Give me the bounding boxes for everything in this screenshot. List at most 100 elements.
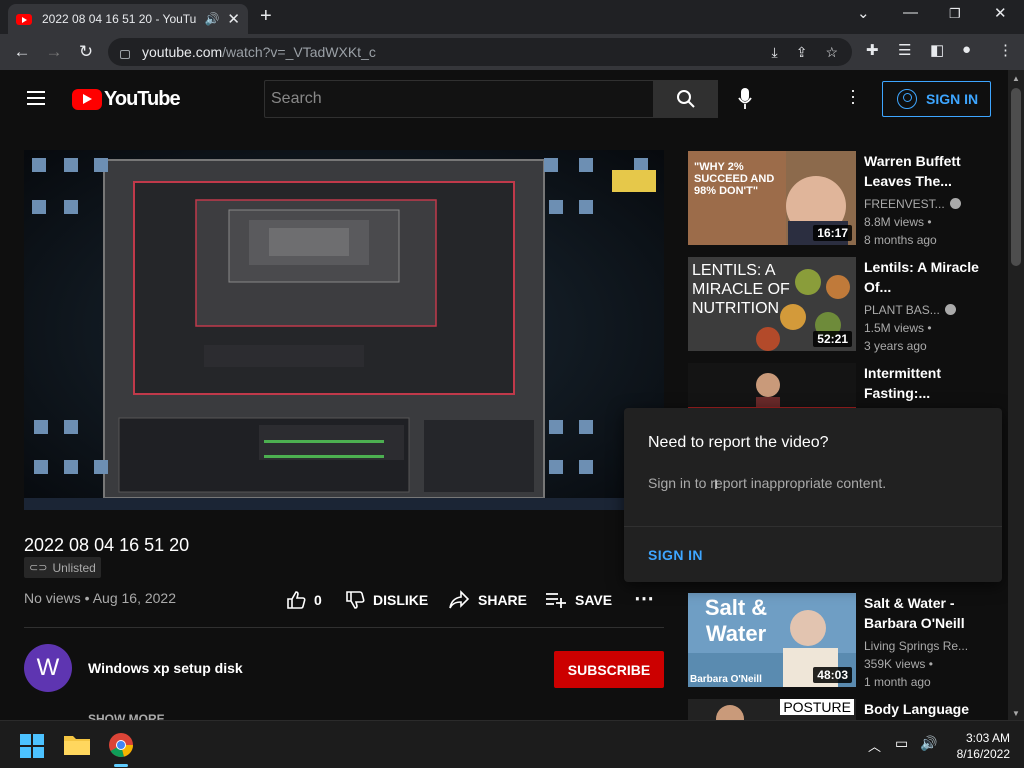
upload-age: 1 month ago bbox=[864, 675, 931, 689]
bookmark-star-icon[interactable]: ☆ bbox=[825, 44, 838, 61]
network-icon[interactable]: ▭ bbox=[895, 735, 908, 752]
share-button[interactable]: SHARE bbox=[448, 590, 527, 610]
video-thumbnail: "WHY 2% SUCCEED AND 98% DON'T" 16:17 bbox=[688, 151, 856, 245]
like-count: 0 bbox=[314, 592, 322, 608]
address-bar[interactable]: youtube.com/watch?v=_VTadWXKt_c ⤓ ⇪ ☆ bbox=[108, 38, 852, 66]
upload-age: 3 years ago bbox=[864, 339, 927, 353]
active-app-indicator bbox=[114, 764, 128, 767]
channel-name[interactable]: Windows xp setup disk bbox=[88, 660, 243, 676]
new-tab-button[interactable]: + bbox=[260, 5, 272, 28]
save-button[interactable]: SAVE bbox=[545, 590, 612, 610]
video-duration: 16:17 bbox=[813, 225, 852, 241]
playlist-add-icon bbox=[546, 593, 566, 608]
lock-icon bbox=[120, 49, 130, 59]
dislike-button[interactable]: DISLIKE bbox=[345, 590, 428, 610]
forward-button[interactable]: → bbox=[38, 42, 70, 62]
profile-icon[interactable]: ● bbox=[962, 41, 971, 58]
recommended-video[interactable]: POSTURE Body Language bbox=[688, 699, 988, 720]
search-input[interactable] bbox=[271, 90, 653, 108]
share-page-icon[interactable]: ⇪ bbox=[796, 44, 808, 61]
extensions-icon[interactable]: ✚ bbox=[866, 41, 879, 59]
video-thumbnail: Salt & Water Barbara O'Neill 48:03 bbox=[688, 593, 856, 687]
back-button[interactable]: ← bbox=[6, 42, 38, 62]
view-count: 8.8M views • bbox=[864, 215, 932, 229]
thumbnail-text: LENTILS: A MIRACLE OF NUTRITION bbox=[692, 262, 790, 317]
speaker-icon[interactable]: 🔊 bbox=[204, 12, 219, 26]
close-tab-icon[interactable]: ✕ bbox=[227, 10, 240, 28]
tray-overflow-icon[interactable]: ︿ bbox=[868, 736, 881, 755]
dialog-body: Sign in to report inappropriate content. bbox=[648, 475, 887, 491]
media-queue-icon[interactable]: ☰ bbox=[898, 41, 911, 59]
youtube-play-icon bbox=[72, 89, 102, 110]
verified-icon bbox=[944, 304, 956, 315]
settings-menu-icon[interactable]: · · · bbox=[850, 81, 856, 111]
view-count: 359K views • bbox=[864, 657, 933, 671]
channel-name: PLANT BAS... bbox=[864, 303, 940, 317]
video-frame bbox=[24, 150, 664, 510]
video-player[interactable] bbox=[24, 150, 664, 510]
video-meta: Living Springs Re... 359K views • 1 mont… bbox=[864, 637, 968, 691]
recommended-video[interactable]: Salt & Water Barbara O'Neill 48:03 Salt … bbox=[688, 593, 988, 689]
search-icon bbox=[677, 90, 695, 108]
thumbs-up-icon bbox=[287, 591, 306, 609]
account-icon bbox=[897, 89, 917, 109]
reload-button[interactable]: ↻ bbox=[70, 42, 102, 62]
video-meta: FREENVEST... 8.8M views • 8 months ago bbox=[864, 195, 961, 249]
browser-tab-strip: 2022 08 04 16 51 20 - YouTube 🔊 ✕ + ⌄ — … bbox=[0, 0, 1024, 34]
page-scrollbar[interactable]: ▲ ▼ bbox=[1008, 70, 1024, 720]
scrollbar-thumb[interactable] bbox=[1011, 88, 1021, 266]
badge-label: Unlisted bbox=[52, 560, 96, 575]
microphone-icon[interactable] bbox=[738, 88, 752, 110]
minimize-button[interactable]: — bbox=[903, 4, 918, 21]
unlisted-badge: ⊂⊃ Unlisted bbox=[24, 557, 101, 578]
verified-icon bbox=[949, 198, 961, 209]
sign-in-label: SIGN IN bbox=[926, 91, 979, 107]
menu-icon[interactable] bbox=[27, 91, 45, 109]
dislike-label: DISLIKE bbox=[373, 592, 429, 608]
dialog-sign-in-button[interactable]: SIGN IN bbox=[648, 547, 703, 563]
recommended-video[interactable]: LENTILS: A MIRACLE OF NUTRITION 52:21 Le… bbox=[688, 257, 988, 353]
video-thumbnail: POSTURE bbox=[688, 699, 856, 720]
chrome-icon[interactable] bbox=[108, 732, 134, 758]
clock-time: 3:03 AM bbox=[965, 731, 1010, 745]
like-button[interactable]: 0 bbox=[286, 590, 322, 610]
view-count: 1.5M views • bbox=[864, 321, 932, 335]
tab-title: 2022 08 04 16 51 20 - YouTube bbox=[42, 12, 197, 26]
install-icon[interactable]: ⤓ bbox=[772, 44, 778, 61]
subscribe-button[interactable]: SUBSCRIBE bbox=[554, 651, 664, 688]
upload-age: 8 months ago bbox=[864, 233, 937, 247]
view-count-date: No views • Aug 16, 2022 bbox=[24, 590, 176, 606]
file-explorer-icon[interactable] bbox=[64, 733, 90, 755]
video-title: Intermittent Fasting:... bbox=[864, 365, 941, 401]
chrome-menu-icon[interactable]: ⋮ bbox=[998, 41, 1013, 59]
youtube-logo[interactable]: YouTube bbox=[72, 88, 181, 111]
side-panel-icon[interactable]: ◧ bbox=[930, 41, 944, 59]
logo-text: YouTube bbox=[104, 88, 181, 110]
more-actions-icon[interactable]: ⋯ bbox=[634, 586, 654, 611]
tab-search-icon[interactable]: ⌄ bbox=[857, 4, 870, 22]
recommended-video[interactable]: "WHY 2% SUCCEED AND 98% DON'T" 16:17 War… bbox=[688, 151, 988, 247]
scroll-down-icon[interactable]: ▼ bbox=[1012, 709, 1020, 718]
url-host: youtube.com bbox=[142, 44, 223, 60]
channel-name: Living Springs Re... bbox=[864, 639, 969, 653]
thumbnail-subtext: Barbara O'Neill bbox=[690, 674, 762, 685]
system-clock[interactable]: 3:03 AM 8/16/2022 bbox=[957, 730, 1010, 762]
link-icon: ⊂⊃ bbox=[29, 562, 48, 574]
search-box[interactable] bbox=[264, 80, 654, 118]
sign-in-button[interactable]: SIGN IN bbox=[882, 81, 991, 117]
restore-button[interactable]: ❐ bbox=[949, 6, 961, 22]
video-duration: 52:21 bbox=[813, 331, 852, 347]
scroll-up-icon[interactable]: ▲ bbox=[1012, 74, 1020, 83]
browser-tab[interactable]: 2022 08 04 16 51 20 - YouTube 🔊 ✕ bbox=[8, 4, 248, 34]
dialog-heading: Need to report the video? bbox=[648, 434, 829, 451]
windows-start-icon[interactable] bbox=[20, 734, 44, 758]
thumbnail-text: "WHY 2% SUCCEED AND 98% DON'T" bbox=[694, 161, 775, 197]
thumbnail-text: Salt & Water bbox=[704, 595, 768, 646]
volume-icon[interactable]: 🔊 bbox=[920, 735, 937, 752]
share-label: SHARE bbox=[478, 592, 528, 608]
channel-avatar[interactable]: W bbox=[24, 644, 72, 692]
search-button[interactable] bbox=[654, 80, 718, 118]
youtube-favicon-icon bbox=[16, 13, 32, 25]
video-duration: 48:03 bbox=[813, 667, 852, 683]
window-close-button[interactable]: ✕ bbox=[994, 4, 1007, 22]
